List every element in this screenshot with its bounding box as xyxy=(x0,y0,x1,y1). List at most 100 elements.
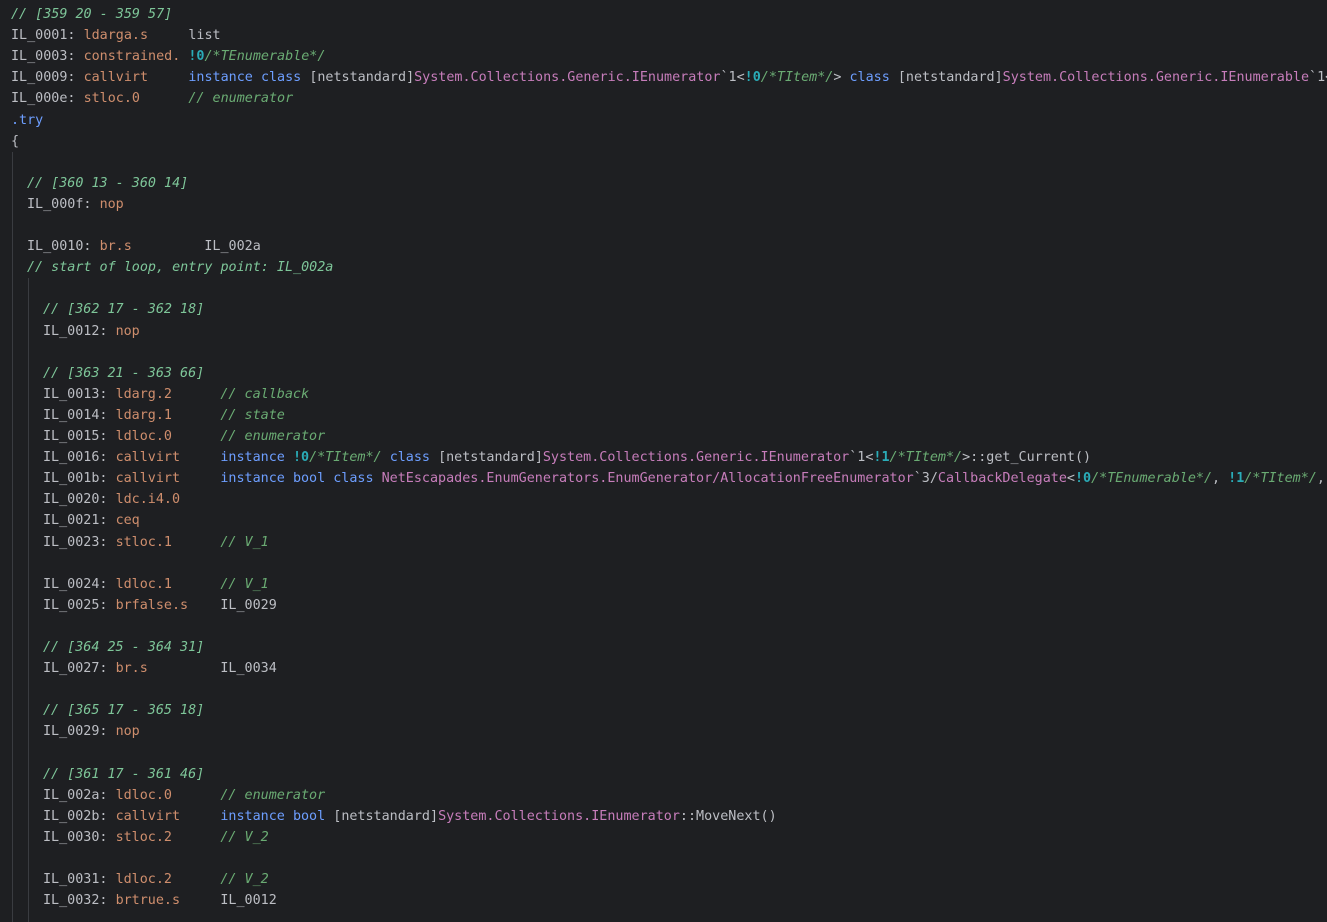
token-op: nop xyxy=(115,323,140,339)
token-label: IL_002a: xyxy=(43,787,116,803)
token-label: IL_002b: xyxy=(43,808,116,824)
code-line: IL_001b: callvirt instance bool class Ne… xyxy=(43,468,1327,489)
token-cmtline: // start of loop, entry point: IL_002a xyxy=(27,260,334,276)
token-punct: `1< xyxy=(849,450,874,466)
token-bracket: ] xyxy=(406,70,415,86)
token-punct: :: xyxy=(679,808,697,824)
token-op: callvirt xyxy=(115,808,181,824)
token-op: callvirt xyxy=(83,70,149,86)
indent-guide xyxy=(12,151,13,922)
token-cmtline: // [361 17 - 361 46] xyxy=(43,766,205,782)
token-op: callvirt xyxy=(115,471,181,487)
token-ns: netstandard xyxy=(446,450,535,466)
token-label: IL_0029: xyxy=(43,724,116,740)
il-code-editor[interactable]: // [359 20 - 359 57] IL_0001: ldarga.s li… xyxy=(0,0,1327,922)
token-num: !0 xyxy=(1074,471,1092,487)
token-plain: IL_0034 xyxy=(147,661,277,677)
token-cmtline: // [363 21 - 363 66] xyxy=(43,365,205,381)
token-ns: netstandard xyxy=(905,70,995,86)
code-line: .try xyxy=(11,110,43,131)
token-op: ldarg.1 xyxy=(115,407,172,423)
code-line: { xyxy=(11,131,19,152)
token-punct: `1<! xyxy=(1309,70,1327,86)
code-line: // [362 17 - 362 18] xyxy=(43,299,204,320)
token-kw: bool xyxy=(292,471,326,487)
token-cmt: /*TEnumerable*/ xyxy=(1091,471,1213,487)
token-op: brtrue.s xyxy=(115,893,181,909)
token-cmt: /*TItem*/ xyxy=(1244,471,1317,487)
code-line: // start of loop, entry point: IL_002a xyxy=(27,257,333,278)
token-type: CallbackDelegate xyxy=(937,471,1067,487)
token-label: IL_0021: xyxy=(43,513,116,529)
token-num: !0 xyxy=(188,49,205,65)
token-punct: `1< xyxy=(720,70,745,86)
token-cmt: // V_1 xyxy=(220,576,269,592)
token-punct: < xyxy=(1066,471,1075,487)
token-num: !1 xyxy=(873,450,890,466)
token-punct: , xyxy=(1212,471,1229,487)
token-op: callvirt xyxy=(115,450,181,466)
token-bracket: [ xyxy=(438,450,447,466)
token-label: IL_0001: xyxy=(11,28,84,44)
token-cmt: // V_2 xyxy=(220,872,269,888)
token-kw: class xyxy=(389,450,430,466)
token-num: !0 xyxy=(744,70,761,86)
code-line: IL_0009: callvirt instance class [netsta… xyxy=(11,67,1327,88)
token-cmt: // V_1 xyxy=(220,534,269,550)
token-cmt: // V_2 xyxy=(220,829,269,845)
code-line: IL_0032: brtrue.s IL_0012 xyxy=(43,890,277,911)
token-label: IL_0012: xyxy=(43,323,116,339)
token-label: IL_0009: xyxy=(11,70,84,86)
code-line: IL_0025: brfalse.s IL_0029 xyxy=(43,595,277,616)
token-label: IL_0013: xyxy=(43,386,116,402)
token-label: IL_000f: xyxy=(27,196,100,212)
token-op: ldc.i4.0 xyxy=(115,492,181,508)
token-label: IL_0020: xyxy=(43,492,116,508)
code-line: IL_0003: constrained. !0/*TEnumerable*/ xyxy=(11,46,325,67)
code-line: IL_0010: br.s IL_002a xyxy=(27,236,261,257)
token-op: ldloc.0 xyxy=(115,787,172,803)
code-line: IL_0012: nop xyxy=(43,321,140,342)
token-op: constrained. xyxy=(83,49,181,65)
code-line: IL_0023: stloc.1 // V_1 xyxy=(43,532,269,553)
token-cmt: // enumerator xyxy=(220,429,326,444)
token-op: br.s xyxy=(115,661,148,677)
token-kw: instance xyxy=(188,70,253,86)
code-line: // [360 13 - 360 14] xyxy=(27,173,188,194)
token-op: stloc.0 xyxy=(83,91,140,107)
token-kw: class xyxy=(849,70,890,86)
code-line: IL_0013: ldarg.2 // callback xyxy=(43,384,309,405)
code-line: IL_0014: ldarg.1 // state xyxy=(43,405,285,426)
indent-guide xyxy=(28,278,29,922)
token-label: IL_0032: xyxy=(43,893,116,909)
token-op: nop xyxy=(99,196,124,212)
token-type: System.Collections.Generic.IEnumerator xyxy=(542,450,850,466)
code-line: IL_002a: ldloc.0 // enumerator xyxy=(43,785,325,806)
token-label: IL_0014: xyxy=(43,407,116,423)
token-num: !1 xyxy=(1228,471,1245,487)
token-method: MoveNext() xyxy=(696,808,777,824)
token-op: ldloc.0 xyxy=(115,429,172,444)
token-cmt: // enumerator xyxy=(188,91,294,107)
token-cmt: // state xyxy=(220,407,285,423)
token-bracket: [ xyxy=(897,70,906,86)
token-kw: bool xyxy=(292,808,326,824)
code-line: // [359 20 - 359 57] xyxy=(11,4,172,25)
token-cmt: /*TItem*/ xyxy=(309,450,382,466)
token-label: IL_0010: xyxy=(27,239,100,255)
